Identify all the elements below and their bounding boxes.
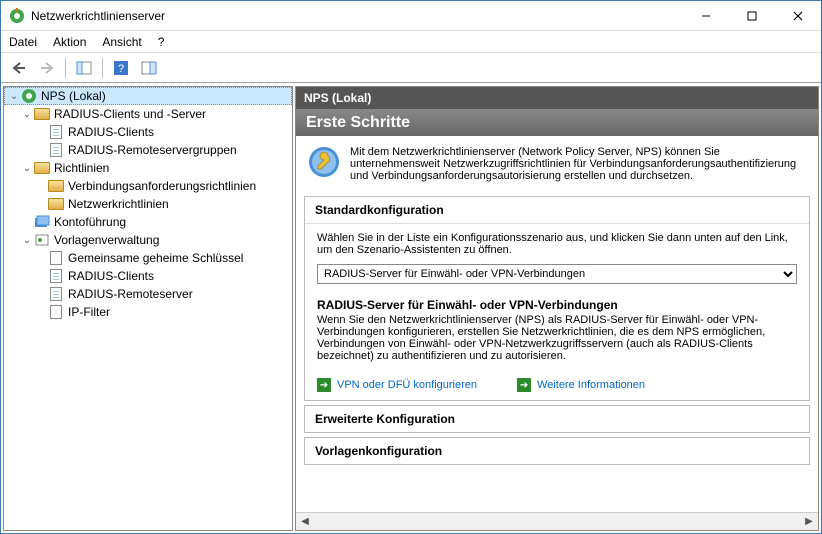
details-header: NPS (Lokal) [296,87,818,110]
scrollbar-track[interactable] [314,513,800,530]
minimize-button[interactable] [683,1,729,30]
menu-ansicht[interactable]: Ansicht [102,35,141,49]
menu-help[interactable]: ? [158,35,165,49]
expand-icon[interactable]: ⌄ [20,109,34,120]
scenario-description: Wenn Sie den Netzwerkrichtlinienserver (… [317,314,797,362]
show-hide-tree-button[interactable] [72,56,96,80]
tree-richtlinien[interactable]: ⌄ Richtlinien [4,159,292,177]
tree-label: NPS (Lokal) [41,89,106,103]
tree-label: RADIUS-Remoteservergruppen [68,143,237,157]
tree-verbindungsanforderung[interactable]: Verbindungsanforderungsrichtlinien [4,177,292,195]
intro-text: Mit dem Netzwerkrichtlinienserver (Netwo… [350,146,806,182]
server-icon [48,142,64,158]
tree-radius-clients-template[interactable]: RADIUS-Clients [4,267,292,285]
toolbar-separator [102,58,103,78]
templates-icon [34,232,50,248]
toolbar: ? [1,53,821,83]
scroll-right-button[interactable]: ▶ [800,513,818,530]
folder-icon [34,106,50,122]
link-configure-vpn[interactable]: ➔VPN oder DFÜ konfigurieren [317,378,477,392]
tree-label: Vorlagenverwaltung [54,233,159,247]
folder-icon [48,196,64,212]
properties-button[interactable] [137,56,161,80]
tree-radius-remote-groups[interactable]: RADIUS-Remoteservergruppen [4,141,292,159]
section-vorlagen[interactable]: Vorlagenkonfiguration [304,437,810,465]
svg-text:?: ? [118,63,124,75]
tree-pane[interactable]: ⌄ NPS (Lokal) ⌄ RADIUS-Clients und -Serv… [3,86,293,531]
toolbar-separator [65,58,66,78]
server-icon [48,286,64,302]
close-button[interactable] [775,1,821,30]
tree-label: RADIUS-Clients [68,269,154,283]
key-icon [308,146,340,182]
tree-netzwerkrichtlinien[interactable]: Netzwerkrichtlinien [4,195,292,213]
scenario-dropdown[interactable]: RADIUS-Server für Einwähl- oder VPN-Verb… [317,264,797,284]
tree-radius-clients[interactable]: RADIUS-Clients [4,123,292,141]
horizontal-scrollbar[interactable]: ◀ ▶ [296,512,818,530]
accounting-icon [34,214,50,230]
scenario-heading: RADIUS-Server für Einwähl- oder VPN-Verb… [317,298,797,312]
details-pane: NPS (Lokal) Erste Schritte Mit dem Netzw… [295,86,819,531]
scroll-left-button[interactable]: ◀ [296,513,314,530]
tree-root-nps-lokal[interactable]: ⌄ NPS (Lokal) [4,87,292,105]
tree-label: Verbindungsanforderungsrichtlinien [68,179,256,193]
titlebar: Netzwerkrichtlinienserver [1,1,821,31]
folder-icon [48,178,64,194]
tree-label: Kontoführung [54,215,126,229]
arrow-right-icon: ➔ [317,378,331,392]
server-icon [48,124,64,140]
window-title: Netzwerkrichtlinienserver [31,9,683,23]
tree-label: RADIUS-Clients [68,125,154,139]
help-button[interactable]: ? [109,56,133,80]
tree-shared-secrets[interactable]: Gemeinsame geheime Schlüssel [4,249,292,267]
link-more-info[interactable]: ➔Weitere Informationen [517,378,645,392]
tree-vorlagenverwaltung[interactable]: ⌄ Vorlagenverwaltung [4,231,292,249]
app-icon [9,8,25,24]
tree-kontofuehrung[interactable]: Kontoführung [4,213,292,231]
tree-label: Richtlinien [54,161,109,175]
menu-datei[interactable]: Datei [9,35,37,49]
document-icon [48,304,64,320]
tree-label: IP-Filter [68,305,110,319]
expand-icon[interactable]: ⌄ [7,91,21,102]
back-button[interactable] [7,56,31,80]
expand-icon[interactable]: ⌄ [20,163,34,174]
tree-ip-filter[interactable]: IP-Filter [4,303,292,321]
section-erweiterte[interactable]: Erweiterte Konfiguration [304,405,810,433]
maximize-button[interactable] [729,1,775,30]
server-icon [48,268,64,284]
document-icon [48,250,64,266]
arrow-right-icon: ➔ [517,378,531,392]
tree-label: RADIUS-Clients und -Server [54,107,206,121]
standard-instruction: Wählen Sie in der Liste ein Konfiguratio… [317,232,797,256]
tree-label: RADIUS-Remoteserver [68,287,193,301]
expand-icon[interactable]: ⌄ [20,235,34,246]
folder-icon [34,160,50,176]
getting-started-heading: Erste Schritte [296,110,818,136]
forward-button[interactable] [35,56,59,80]
tree-radius-remoteserver[interactable]: RADIUS-Remoteserver [4,285,292,303]
nps-icon [21,88,37,104]
section-standard: Standardkonfiguration Wählen Sie in der … [304,196,810,401]
section-title-standard[interactable]: Standardkonfiguration [305,197,809,224]
tree-label: Gemeinsame geheime Schlüssel [68,251,243,265]
tree-radius-clients-server[interactable]: ⌄ RADIUS-Clients und -Server [4,105,292,123]
tree-label: Netzwerkrichtlinien [68,197,169,211]
menubar: Datei Aktion Ansicht ? [1,31,821,53]
menu-aktion[interactable]: Aktion [53,35,86,49]
